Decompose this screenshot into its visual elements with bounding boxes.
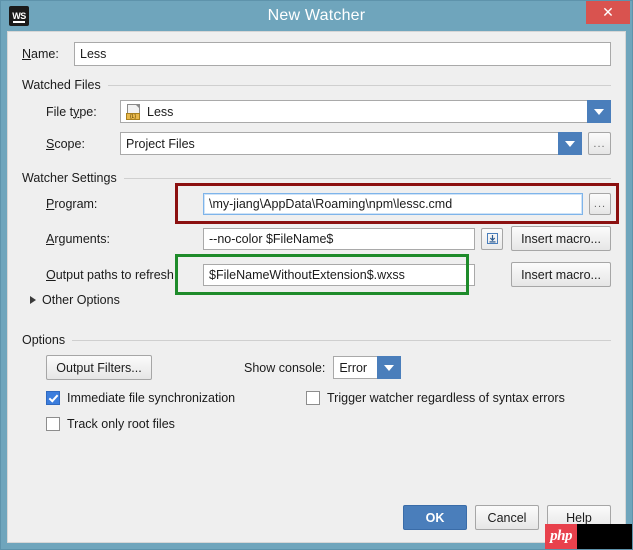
name-row: Name: Less — [22, 42, 611, 66]
dialog-title: New Watcher — [267, 7, 366, 24]
scope-value-wrap: Project Files — [120, 132, 558, 155]
less-file-icon: {L} — [126, 103, 141, 120]
output-paths-insert-macro-button[interactable]: Insert macro... — [511, 262, 611, 287]
file-type-label-a: File t — [46, 104, 74, 119]
trigger-watcher-checkbox-row[interactable]: Trigger watcher regardless of syntax err… — [306, 391, 565, 405]
scope-row: Scope: Project Files ... — [22, 132, 611, 155]
other-options-label: Other Options — [42, 293, 120, 307]
immediate-file-sync-checkbox-row[interactable]: Immediate file synchronization — [46, 391, 306, 405]
options-group-label: Options — [22, 333, 66, 347]
options-group-header: Options — [22, 333, 611, 347]
group-divider — [123, 177, 611, 179]
arguments-label: Arguments: — [46, 232, 203, 246]
php-watermark: php — [545, 524, 632, 549]
output-paths-label-mnemonic: O — [46, 267, 56, 282]
program-input[interactable]: \my-jiang\AppData\Roaming\npm\lessc.cmd — [203, 193, 583, 215]
scope-browse-button[interactable]: ... — [588, 132, 611, 155]
close-icon[interactable]: ✕ — [586, 1, 630, 24]
arguments-input[interactable]: --no-color $FileName$ — [203, 227, 475, 250]
scope-label-rest: cope: — [54, 136, 85, 151]
name-input[interactable]: Less — [74, 42, 611, 66]
chevron-down-icon[interactable] — [587, 100, 611, 123]
scope-combo[interactable]: Project Files — [120, 132, 582, 155]
program-row: Program: \my-jiang\AppData\Roaming\npm\l… — [22, 183, 619, 224]
watched-files-group-label: Watched Files — [22, 78, 101, 92]
ok-button[interactable]: OK — [403, 505, 467, 530]
checkbox-row-1: Immediate file synchronization Trigger w… — [22, 391, 611, 405]
name-label: Name: — [22, 47, 74, 61]
arguments-insert-macro-button[interactable]: Insert macro... — [511, 226, 611, 251]
show-console-combo[interactable]: Error — [333, 356, 402, 379]
trigger-watcher-checkbox[interactable] — [306, 391, 320, 405]
name-label-rest: ame: — [31, 47, 59, 61]
output-filters-button[interactable]: Output Filters... — [46, 355, 152, 380]
webstorm-icon: WS — [9, 6, 29, 26]
php-logo: php — [545, 524, 577, 549]
new-watcher-dialog: WS New Watcher ✕ Name: Less Watched File… — [0, 0, 633, 550]
show-console-label: Show console: — [244, 360, 326, 375]
chevron-down-icon[interactable] — [377, 356, 402, 379]
program-label-rest: rogram: — [54, 197, 98, 211]
file-type-value: Less — [147, 104, 174, 119]
dialog-body: Name: Less Watched Files File type: {L} … — [7, 31, 626, 543]
file-type-row: File type: {L} Less — [22, 100, 611, 123]
scope-label: Scope: — [46, 137, 120, 151]
group-divider — [107, 84, 611, 86]
file-type-value-wrap: {L} Less — [120, 100, 587, 123]
options-first-row: Output Filters... Show console: Error — [22, 355, 611, 380]
immediate-file-sync-label: Immediate file synchronization — [67, 391, 236, 405]
insert-field-icon[interactable] — [481, 227, 503, 250]
output-paths-label: Output paths to refresh: — [46, 268, 203, 282]
arguments-label-rest: rguments: — [54, 231, 110, 246]
name-label-mnemonic: N — [22, 47, 32, 61]
output-paths-label-rest: utput paths to refresh: — [55, 267, 178, 282]
watermark-bar — [577, 524, 632, 549]
file-type-combo[interactable]: {L} Less — [120, 100, 611, 123]
cancel-button[interactable]: Cancel — [475, 505, 539, 530]
file-type-label: File type: — [46, 105, 120, 119]
group-divider — [72, 339, 611, 341]
program-label: Program: — [46, 197, 203, 211]
arguments-row: Arguments: --no-color $FileName$ Insert … — [22, 226, 611, 251]
title-bar: WS New Watcher ✕ — [1, 1, 632, 31]
watched-files-group-header: Watched Files — [22, 78, 611, 92]
chevron-right-icon — [30, 296, 36, 304]
show-console-value-wrap: Error — [333, 356, 378, 379]
output-paths-row: Output paths to refresh: $FileNameWithou… — [22, 254, 611, 295]
track-only-root-files-label: Track only root files — [67, 417, 175, 431]
immediate-file-sync-checkbox[interactable] — [46, 391, 60, 405]
output-paths-input[interactable]: $FileNameWithoutExtension$.wxss — [203, 263, 475, 286]
track-only-root-files-checkbox-row[interactable]: Track only root files — [46, 417, 175, 431]
file-type-label-b: pe: — [79, 104, 97, 119]
show-console-value: Error — [339, 360, 368, 375]
other-options-toggle[interactable]: Other Options — [30, 293, 611, 307]
trigger-watcher-label: Trigger watcher regardless of syntax err… — [327, 391, 565, 405]
program-browse-button[interactable]: ... — [589, 193, 611, 215]
watcher-settings-group-header: Watcher Settings — [22, 171, 611, 185]
track-only-root-files-checkbox[interactable] — [46, 417, 60, 431]
watcher-settings-group-label: Watcher Settings — [22, 171, 117, 185]
chevron-down-icon[interactable] — [558, 132, 582, 155]
checkbox-row-2: Track only root files — [22, 417, 611, 431]
scope-value: Project Files — [126, 136, 195, 151]
